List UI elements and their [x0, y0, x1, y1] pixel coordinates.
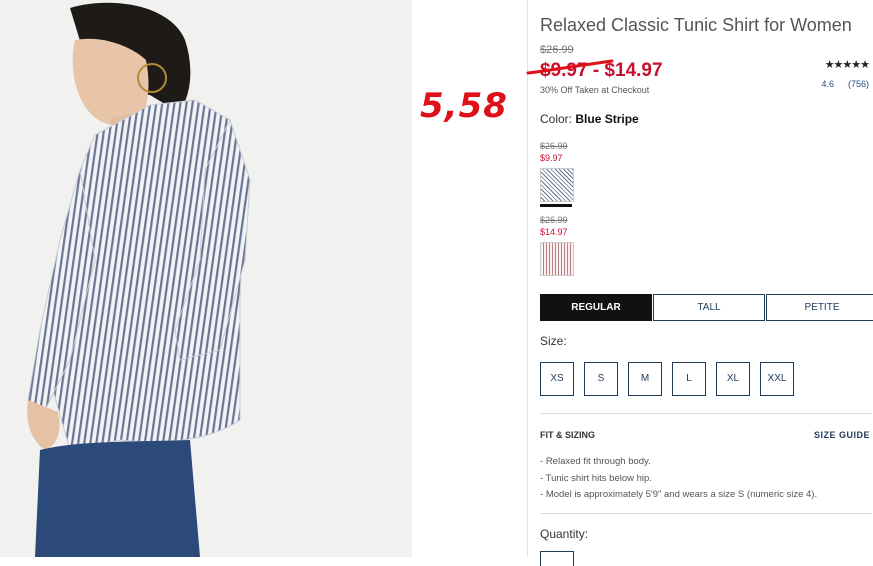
- size-label: Size:: [540, 334, 567, 348]
- size-button-m[interactable]: M: [628, 362, 662, 396]
- size-button-l[interactable]: L: [672, 362, 706, 396]
- color-label: Color: Blue Stripe: [540, 112, 639, 126]
- list-item: Tunic shirt hits below hip.: [540, 471, 817, 488]
- size-guide-link[interactable]: SIZE GUIDE: [814, 430, 870, 440]
- swatch-original-price: $26.99: [540, 215, 568, 225]
- review-count[interactable]: (756): [848, 79, 869, 89]
- model-illustration: [0, 0, 412, 557]
- promo-text: 30% Off Taken at Checkout: [540, 85, 650, 95]
- selected-color-name: Blue Stripe: [575, 112, 639, 126]
- product-title: Relaxed Classic Tunic Shirt for Women: [540, 15, 852, 35]
- fit-tab-regular[interactable]: REGULAR: [540, 294, 652, 321]
- fit-sizing-heading: FIT & SIZING: [540, 430, 595, 440]
- rating-stars-icon: ★★★★★: [824, 59, 870, 71]
- size-button-xl[interactable]: XL: [716, 362, 750, 396]
- list-item: Model is approximately 5'9" and wears a …: [540, 487, 817, 504]
- swatch-option-blue-stripe[interactable]: $26.99 $9.97: [540, 140, 580, 207]
- product-details-panel: Relaxed Classic Tunic Shirt for Women $2…: [526, 0, 873, 566]
- product-photo[interactable]: [0, 0, 412, 557]
- rating-block[interactable]: ★★★★★ 4.6 (756): [821, 58, 870, 89]
- original-price: $26.99: [540, 44, 574, 56]
- selected-swatch-indicator: [540, 204, 572, 207]
- swatch-option-red-stripe[interactable]: $26.99 $14.97: [540, 214, 580, 276]
- fit-tabs: REGULAR TALL PETITE: [540, 294, 873, 321]
- fit-tab-petite[interactable]: PETITE: [766, 294, 873, 321]
- fit-tab-tall[interactable]: TALL: [653, 294, 765, 321]
- size-button-s[interactable]: S: [584, 362, 618, 396]
- price-strikethrough-mark: [526, 59, 614, 75]
- color-swatch-blue-stripe[interactable]: [540, 168, 574, 202]
- quantity-input[interactable]: [540, 551, 574, 566]
- section-divider: [540, 513, 872, 514]
- swatch-sale-price: $14.97: [540, 227, 568, 237]
- size-options: XS S M L XL XXL: [540, 362, 804, 396]
- column-divider: [527, 0, 528, 557]
- size-button-xxl[interactable]: XXL: [760, 362, 794, 396]
- fit-details-list: Relaxed fit through body. Tunic shirt hi…: [540, 454, 817, 504]
- color-swatch-red-stripe[interactable]: [540, 242, 574, 276]
- handwritten-price-annotation: 5,58: [420, 86, 508, 126]
- list-item: Relaxed fit through body.: [540, 454, 817, 471]
- swatch-original-price: $26.99: [540, 141, 568, 151]
- section-divider: [540, 413, 872, 414]
- rating-score: 4.6: [821, 79, 834, 89]
- size-button-xs[interactable]: XS: [540, 362, 574, 396]
- swatch-sale-price: $9.97: [540, 153, 563, 163]
- quantity-label: Quantity:: [540, 527, 589, 541]
